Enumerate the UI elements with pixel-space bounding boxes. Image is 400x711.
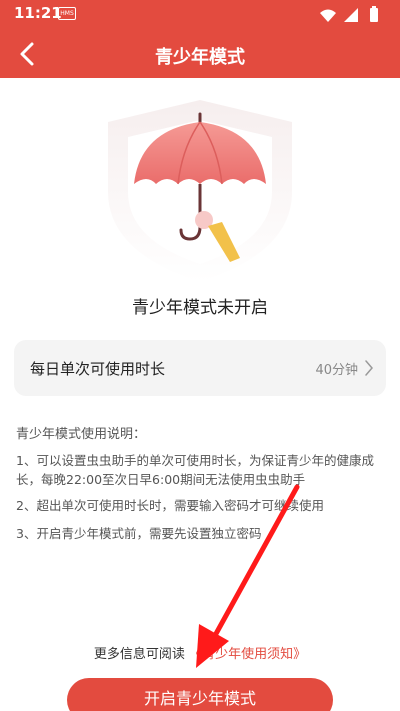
teen-mode-illustration	[108, 100, 292, 282]
mode-status-text: 青少年模式未开启	[132, 298, 268, 318]
wifi-icon	[320, 9, 336, 22]
instruction-item: 1、可以设置虫虫助手的单次可使用时长，为保证青少年的健康成长，每晚22:00至次…	[16, 453, 374, 487]
duration-value: 40分钟	[315, 363, 358, 378]
header-bar: 青少年模式	[0, 30, 400, 78]
page-title: 青少年模式	[155, 47, 245, 68]
signal-icon	[344, 8, 358, 22]
enable-teen-mode-button[interactable]: 开启青少年模式	[67, 678, 333, 711]
teen-guidelines-link[interactable]: 《青少年使用须知》	[189, 647, 306, 662]
status-bar: 11:21 HMS	[0, 0, 400, 30]
instruction-item: 3、开启青少年模式前，需要先设置独立密码	[16, 526, 262, 541]
chevron-right-icon	[365, 360, 373, 376]
battery-icon	[370, 6, 378, 22]
daily-duration-setting[interactable]: 每日单次可使用时长 40分钟	[14, 340, 386, 396]
status-time: 11:21	[14, 4, 62, 22]
more-info-text: 更多信息可阅读	[93, 647, 185, 662]
more-info: 更多信息可阅读 《青少年使用须知》	[0, 643, 400, 662]
status-icons	[320, 6, 378, 22]
duration-label: 每日单次可使用时长	[30, 360, 166, 378]
instructions-title: 青少年模式使用说明：	[16, 427, 147, 442]
instruction-item: 2、超出单次可使用时长时，需要输入密码才可继续使用	[16, 498, 324, 513]
hms-badge: HMS	[58, 7, 76, 20]
